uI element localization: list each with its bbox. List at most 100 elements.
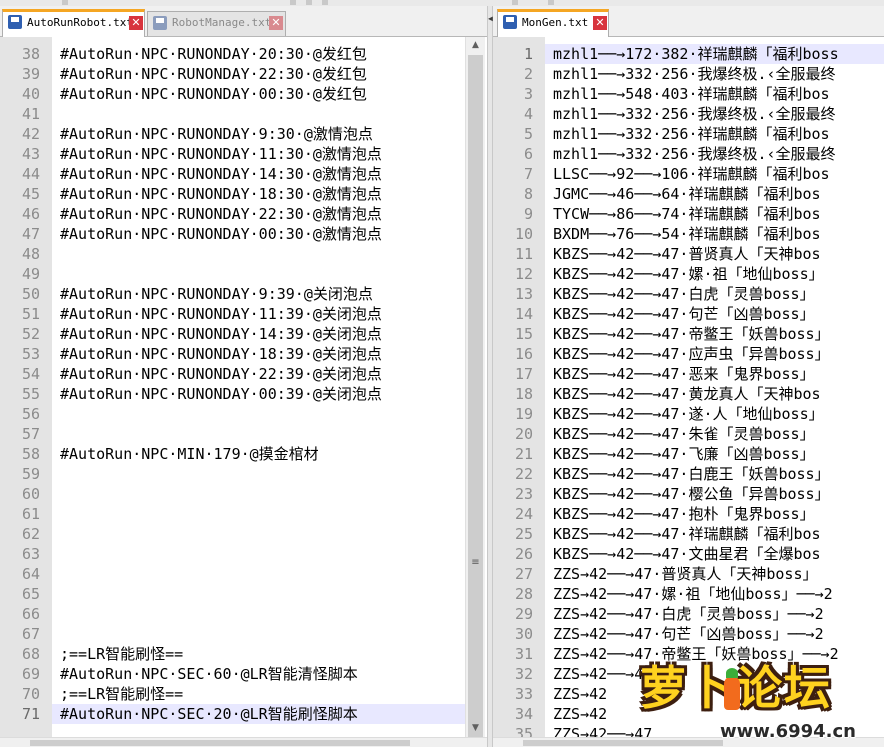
code-line[interactable]: KBZS──→42──→47·白虎「灵兽boss」: [553, 284, 884, 304]
code-line[interactable]: KBZS──→42──→47·恶来「鬼界boss」: [553, 364, 884, 384]
scroll-down-icon[interactable]: ▼: [466, 720, 485, 737]
code-line[interactable]: LLSC──→92──→106·祥瑞麒麟「福利bos: [553, 164, 884, 184]
line-number: 27: [514, 565, 533, 583]
code-line[interactable]: #AutoRun·NPC·RUNONDAY·00:39·@关闭泡点: [60, 384, 465, 404]
code-line[interactable]: mzhl1──→332·256·我爆终极.‹全服最终: [553, 144, 884, 164]
scroll-up-icon[interactable]: ▲: [466, 37, 485, 54]
code-line[interactable]: mzhl1──→332·256·我爆终极.‹全服最终: [553, 104, 884, 124]
code-line[interactable]: ;==LR智能刷怪==: [60, 684, 465, 704]
vertical-scrollbar[interactable]: ▲ ≡ ▼: [465, 37, 485, 745]
toolbar-icon[interactable]: [290, 0, 296, 5]
code-line[interactable]: [60, 564, 465, 584]
code-line[interactable]: KBZS──→42──→47·飞廉「凶兽boss」: [553, 444, 884, 464]
tab-label: AutoRunRobot.txt: [27, 16, 133, 29]
code-line[interactable]: [60, 604, 465, 624]
code-line[interactable]: [60, 404, 465, 424]
scrollbar-thumb[interactable]: [468, 55, 483, 745]
tab-robotmanage[interactable]: RobotManage.txt ✕: [147, 11, 286, 36]
code-line[interactable]: mzhl1──→548·403·祥瑞麒麟「福利bos: [553, 84, 884, 104]
code-area[interactable]: mzhl1──→172·382·祥瑞麒麟「福利boss mzhl1──→332·2…: [545, 37, 884, 747]
code-line[interactable]: [60, 504, 465, 524]
code-line[interactable]: #AutoRun·NPC·SEC·60·@LR智能清怪脚本: [60, 664, 465, 684]
carrot-icon: [724, 668, 740, 710]
code-line[interactable]: BXDM──→76──→54·祥瑞麒麟「福利bos: [553, 224, 884, 244]
code-line[interactable]: mzhl1──→332·256·我爆终极.‹全服最终: [553, 64, 884, 84]
code-line[interactable]: #AutoRun·NPC·RUNONDAY·11:30·@激情泡点: [60, 144, 465, 164]
scrollbar-thumb[interactable]: [30, 740, 410, 746]
code-line[interactable]: KBZS──→42──→47·祥瑞麒麟「福利bos: [553, 524, 884, 544]
code-line[interactable]: KBZS──→42──→47·文曲星君「全爆bos: [553, 544, 884, 564]
code-line[interactable]: #AutoRun·NPC·RUNONDAY·11:39·@关闭泡点: [60, 304, 465, 324]
code-line[interactable]: [60, 244, 465, 264]
code-line[interactable]: mzhl1──→332·256·祥瑞麒麟「福利bos: [553, 124, 884, 144]
close-tab-icon[interactable]: ✕: [269, 16, 283, 30]
left-editor[interactable]: 38 39 40 41 42 43 44 45 46 47 48 49 50 51 52 53 54 55 56 57…: [0, 37, 487, 747]
code-line[interactable]: ZZS→42──→47·嫘·祖「地仙boss」──→2: [553, 584, 884, 604]
code-line[interactable]: TYCW──→86──→74·祥瑞麒麟「福利bos: [553, 204, 884, 224]
code-line[interactable]: ;==LR智能刷怪==: [60, 644, 465, 664]
line-number: 71: [21, 705, 40, 723]
line-number: 67: [21, 625, 40, 643]
code-line[interactable]: KBZS──→42──→47·帝鳖王「妖兽boss」: [553, 324, 884, 344]
code-line[interactable]: KBZS──→42──→47·遂·人「地仙boss」: [553, 404, 884, 424]
code-line[interactable]: [60, 584, 465, 604]
line-number: 9: [523, 205, 533, 223]
code-line[interactable]: [60, 264, 465, 284]
code-line[interactable]: [60, 544, 465, 564]
code-line[interactable]: mzhl1──→172·382·祥瑞麒麟「福利boss: [545, 44, 884, 64]
code-line[interactable]: #AutoRun·NPC·RUNONDAY·20:30·@发红包: [60, 44, 465, 64]
code-line[interactable]: #AutoRun·NPC·RUNONDAY·00:30·@激情泡点: [60, 224, 465, 244]
code-line[interactable]: ZZS→42──→47·普贤真人「天神boss」: [553, 564, 884, 584]
code-line[interactable]: KBZS──→42──→47·朱雀「灵兽boss」: [553, 424, 884, 444]
code-line[interactable]: #AutoRun·NPC·RUNONDAY·14:30·@激情泡点: [60, 164, 465, 184]
toolbar-icon[interactable]: [548, 0, 554, 5]
code-line[interactable]: #AutoRun·NPC·RUNONDAY·18:39·@关闭泡点: [60, 344, 465, 364]
horizontal-scrollbar[interactable]: [0, 737, 487, 747]
code-area[interactable]: #AutoRun·NPC·RUNONDAY·20:30·@发红包 #AutoRun…: [52, 37, 465, 747]
right-editor[interactable]: 1 2 3 4 5 6 7 8 9 10 11 12 13 14 15 16 17 18 19 20 21 22 23 24 2…: [493, 37, 884, 747]
code-line[interactable]: KBZS──→42──→47·白鹿王「妖兽boss」: [553, 464, 884, 484]
watermark-logo: 萝卜论坛 www.6994.cn: [632, 652, 884, 747]
code-line[interactable]: #AutoRun·NPC·MIN·179·@摸金棺材: [60, 444, 465, 464]
code-line[interactable]: [60, 484, 465, 504]
file-save-icon: [8, 15, 22, 29]
code-line[interactable]: [60, 624, 465, 644]
line-number: 57: [21, 425, 40, 443]
toolbar-icon[interactable]: [306, 0, 312, 5]
code-line[interactable]: #AutoRun·NPC·RUNONDAY·22:30·@激情泡点: [60, 204, 465, 224]
toolbar-icon[interactable]: [62, 0, 68, 5]
line-number: 12: [514, 265, 533, 283]
toolbar-icon[interactable]: [512, 0, 518, 5]
code-line[interactable]: KBZS──→42──→47·普贤真人「天神bos: [553, 244, 884, 264]
code-line[interactable]: ZZS→42──→47·句芒「凶兽boss」──→2: [553, 624, 884, 644]
tab-autorunrobot[interactable]: AutoRunRobot.txt ✕: [2, 9, 145, 37]
code-line[interactable]: JGMC──→46──→64·祥瑞麒麟「福利bos: [553, 184, 884, 204]
code-line[interactable]: ZZS→42──→47·白虎「灵兽boss」──→2: [553, 604, 884, 624]
code-line[interactable]: #AutoRun·NPC·RUNONDAY·22:39·@关闭泡点: [60, 364, 465, 384]
code-line[interactable]: #AutoRun·NPC·RUNONDAY·00:30·@发红包: [60, 84, 465, 104]
code-line[interactable]: [60, 424, 465, 444]
code-line[interactable]: [60, 524, 465, 544]
code-line[interactable]: KBZS──→42──→47·嫘·祖「地仙boss」: [553, 264, 884, 284]
code-line[interactable]: KBZS──→42──→47·黄龙真人「天神bos: [553, 384, 884, 404]
close-tab-icon[interactable]: ✕: [593, 16, 607, 30]
code-line[interactable]: KBZS──→42──→47·句芒「凶兽boss」: [553, 304, 884, 324]
code-line[interactable]: KBZS──→42──→47·抱朴「鬼界boss」: [553, 504, 884, 524]
code-line[interactable]: KBZS──→42──→47·应声虫「异兽boss」: [553, 344, 884, 364]
code-line[interactable]: KBZS──→42──→47·樱公鱼「异兽boss」: [553, 484, 884, 504]
code-line[interactable]: #AutoRun·NPC·RUNONDAY·9:39·@关闭泡点: [60, 284, 465, 304]
code-line[interactable]: #AutoRun·NPC·RUNONDAY·18:30·@激情泡点: [60, 184, 465, 204]
line-number: 52: [21, 325, 40, 343]
line-number: 51: [21, 305, 40, 323]
toolbar-icon[interactable]: [322, 0, 328, 5]
line-number: 66: [21, 605, 40, 623]
code-line[interactable]: [60, 104, 465, 124]
code-line[interactable]: #AutoRun·NPC·RUNONDAY·14:39·@关闭泡点: [60, 324, 465, 344]
code-line[interactable]: #AutoRun·NPC·RUNONDAY·22:30·@发红包: [60, 64, 465, 84]
code-line[interactable]: #AutoRun·NPC·RUNONDAY·9:30·@激情泡点: [60, 124, 465, 144]
code-line[interactable]: [60, 464, 465, 484]
tab-mongen[interactable]: MonGen.txt ✕: [497, 9, 609, 37]
close-tab-icon[interactable]: ✕: [129, 16, 143, 30]
line-number: 24: [514, 505, 533, 523]
code-line[interactable]: #AutoRun·NPC·SEC·20·@LR智能刷怪脚本: [52, 704, 465, 724]
